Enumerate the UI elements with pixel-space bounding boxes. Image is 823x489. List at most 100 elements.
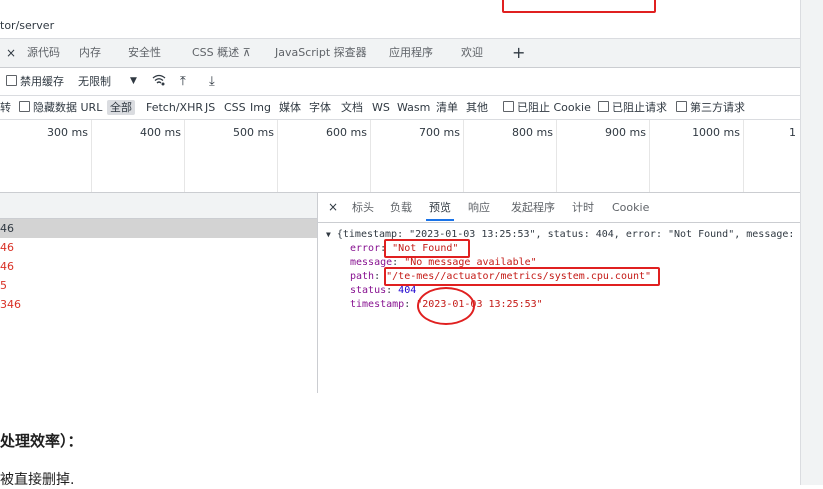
active-tab-indicator <box>426 219 454 221</box>
timeline-tick-label: 400 ms <box>140 126 181 139</box>
timeline-gridline <box>463 120 464 192</box>
tab-timing[interactable]: 计时 <box>572 193 594 222</box>
add-tab-icon[interactable]: + <box>512 39 525 67</box>
filter-img[interactable]: Img <box>250 96 271 119</box>
doc-heading: 处理效率）： <box>0 432 83 450</box>
json-key: status <box>350 285 387 296</box>
disable-cache-checkbox[interactable]: 禁用缓存 <box>6 68 64 95</box>
json-key: error <box>350 243 381 254</box>
tab-welcome[interactable]: 欢迎 <box>461 39 483 67</box>
hide-data-url-label: 隐藏数据 URL <box>33 101 103 114</box>
table-row[interactable]: 46 <box>0 219 317 238</box>
checkbox-icon <box>598 101 609 112</box>
filter-wasm[interactable]: Wasm <box>397 96 430 119</box>
tab-css-overview[interactable]: CSS 概述 ⊼ <box>192 39 251 67</box>
tab-security[interactable]: 安全性 <box>128 39 161 67</box>
close-icon[interactable]: × <box>328 193 338 222</box>
document-area: 处理效率）： 被直接删掉. <box>0 394 800 488</box>
tab-sources[interactable]: 源代码 <box>27 39 60 67</box>
network-toolbar: 禁用缓存 无限制 ▼ ⤒ ⤓ <box>0 68 800 96</box>
checkbox-icon <box>19 101 30 112</box>
timeline-tick-label: 500 ms <box>233 126 274 139</box>
filter-all-button[interactable]: 全部 <box>107 100 135 115</box>
timeline-tick-label: 1000 ms <box>692 126 740 139</box>
request-name: 46 <box>0 222 14 235</box>
detail-tab-bar: × 标头 负载 预览 响应 发起程序 计时 Cookie <box>318 193 800 223</box>
json-key: timestamp <box>350 299 405 310</box>
request-name: 46 <box>0 241 14 254</box>
checkbox-icon <box>503 101 514 112</box>
checkbox-icon <box>676 101 687 112</box>
url-fragment[interactable]: tor/server <box>0 19 54 32</box>
tab-cookie[interactable]: Cookie <box>612 193 649 222</box>
filter-font[interactable]: 字体 <box>309 96 331 119</box>
tab-payload[interactable]: 负载 <box>390 193 412 222</box>
chevron-down-icon[interactable]: ▼ <box>130 68 137 95</box>
tab-js-profiler[interactable]: JavaScript 探查器 <box>275 39 367 67</box>
right-gutter <box>800 0 823 485</box>
filter-fetch-xhr[interactable]: Fetch/XHR <box>146 96 203 119</box>
request-list: 46 46 46 5 346 <box>0 193 318 393</box>
table-row[interactable]: 46 <box>0 257 317 276</box>
tab-response[interactable]: 响应 <box>468 193 490 222</box>
timeline-tick-label: 700 ms <box>419 126 460 139</box>
third-party-label: 第三方请求 <box>690 101 745 114</box>
throttle-select[interactable]: 无限制 <box>78 68 111 95</box>
triangle-down-icon[interactable]: ▼ <box>326 230 331 239</box>
table-row[interactable]: 46 <box>0 238 317 257</box>
timeline-overview[interactable]: 300 ms 400 ms 500 ms 600 ms 700 ms 800 m… <box>0 120 800 193</box>
hide-data-url-checkbox[interactable]: 隐藏数据 URL <box>19 96 102 119</box>
upload-icon[interactable]: ⤒ <box>180 68 186 95</box>
timeline-tick-label: 600 ms <box>326 126 367 139</box>
wifi-icon[interactable] <box>152 68 166 95</box>
tab-preview[interactable]: 预览 <box>429 193 451 222</box>
checkbox-icon <box>6 75 17 86</box>
close-icon[interactable]: × <box>6 39 16 67</box>
disable-cache-label: 禁用缓存 <box>20 75 64 88</box>
address-bar-strip: tor/server <box>0 0 800 39</box>
tab-memory[interactable]: 内存 <box>79 39 101 67</box>
request-name: 346 <box>0 298 21 311</box>
annotation-box-error <box>384 239 470 258</box>
tab-application[interactable]: 应用程序 <box>389 39 433 67</box>
timeline-gridline <box>370 120 371 192</box>
download-icon[interactable]: ⤓ <box>209 68 215 95</box>
timeline-gridline <box>649 120 650 192</box>
json-status-line: status: 404 <box>350 285 417 296</box>
timeline-gridline <box>91 120 92 192</box>
request-name: 46 <box>0 260 14 273</box>
annotation-box-path <box>384 267 660 286</box>
filter-css[interactable]: CSS <box>224 96 246 119</box>
doc-text: 被直接删掉. <box>0 472 75 488</box>
json-preview: ▼ {timestamp: "2023-01-03 13:25:53", sta… <box>318 223 800 393</box>
third-party-checkbox[interactable]: 第三方请求 <box>676 96 745 119</box>
blocked-requests-label: 已阻止请求 <box>612 101 667 114</box>
filter-js[interactable]: JS <box>205 96 215 119</box>
request-list-header <box>0 193 317 219</box>
filter-manifest[interactable]: 清单 <box>436 96 458 119</box>
timeline-tick-label: 800 ms <box>512 126 553 139</box>
timeline-gridline <box>277 120 278 192</box>
table-row[interactable]: 5 <box>0 276 317 295</box>
filter-doc[interactable]: 文档 <box>341 96 363 119</box>
timeline-gridline <box>556 120 557 192</box>
invert-label[interactable]: 转 <box>0 96 11 119</box>
tab-initiator[interactable]: 发起程序 <box>511 193 555 222</box>
filter-ws[interactable]: WS <box>372 96 390 119</box>
filter-media[interactable]: 媒体 <box>279 96 301 119</box>
blocked-cookies-label: 已阻止 Cookie <box>517 101 591 114</box>
timeline-gridline <box>184 120 185 192</box>
annotation-ellipse <box>417 287 475 325</box>
filter-other[interactable]: 其他 <box>466 96 488 119</box>
timeline-tick-label: 1 <box>789 126 796 139</box>
blocked-requests-checkbox[interactable]: 已阻止请求 <box>598 96 667 119</box>
blocked-cookies-checkbox[interactable]: 已阻止 Cookie <box>503 96 591 119</box>
timeline-gridline <box>743 120 744 192</box>
request-name: 5 <box>0 279 7 292</box>
annotation-box-top <box>502 0 656 13</box>
filter-bar: 转 隐藏数据 URL 全部 Fetch/XHR JS CSS Img 媒体 字体… <box>0 96 800 120</box>
timeline-tick-label: 300 ms <box>47 126 88 139</box>
tab-headers[interactable]: 标头 <box>352 193 374 222</box>
table-row[interactable]: 346 <box>0 295 317 314</box>
json-key: path <box>350 271 375 282</box>
